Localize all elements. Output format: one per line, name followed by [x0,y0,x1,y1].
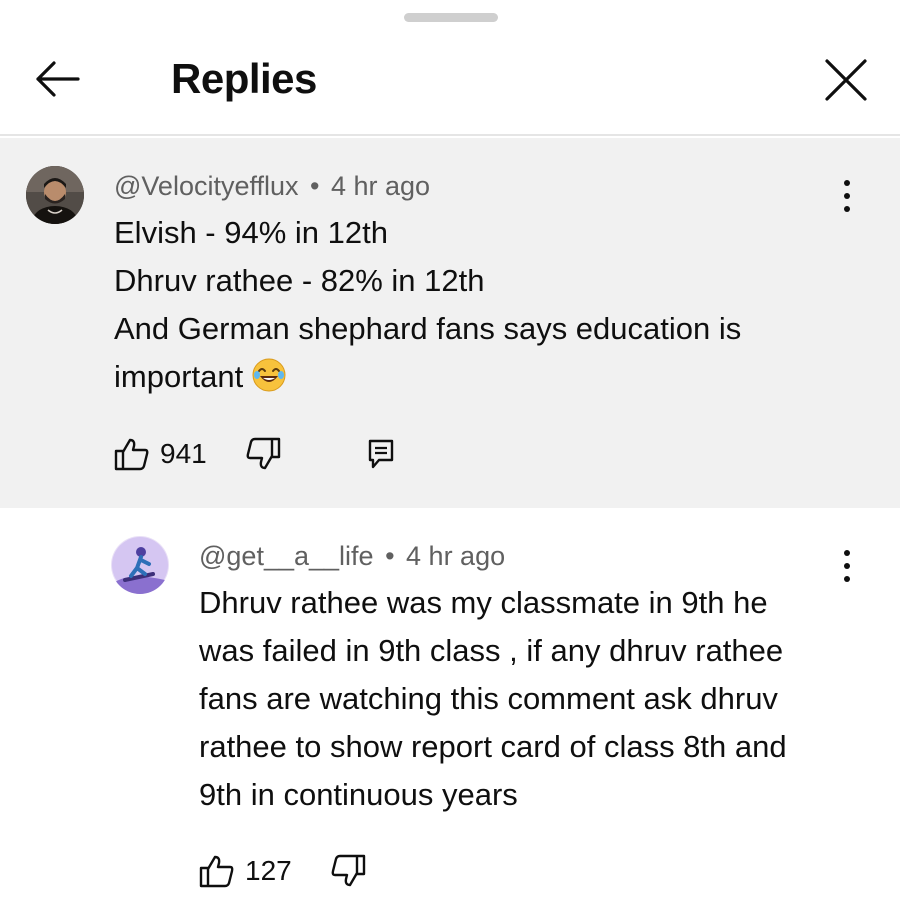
comment-line: And German shephard fans says education … [114,311,742,346]
thumbs-up-icon [114,438,149,471]
dislike-button[interactable] [330,854,366,888]
close-button[interactable] [818,52,874,108]
avatar[interactable] [26,166,84,224]
page-title: Replies [171,55,317,102]
drag-handle[interactable] [404,13,498,22]
comment-line: Elvish - 94% in 12th [114,215,388,250]
comment-line: rathee to show report card of class 8th … [199,729,787,764]
comment-line: Dhruv rathee was my classmate in 9th he [199,585,768,620]
like-button[interactable]: 127 [199,854,292,888]
more-options-button[interactable] [832,546,862,586]
comment-text: Dhruv rathee was my classmate in 9th he … [199,579,787,819]
comment-meta: @get__a__life • 4 hr ago [199,539,505,573]
comment-line: important [114,359,244,394]
thumbs-up-icon [199,855,234,888]
reply-icon [368,439,393,469]
like-count: 127 [245,855,292,886]
comment-timestamp: 4 hr ago [406,541,506,571]
like-count: 941 [160,438,207,469]
more-options-button[interactable] [832,176,862,216]
replies-header: Replies [0,0,900,136]
close-icon [825,59,867,101]
comment-text: Elvish - 94% in 12th Dhruv rathee - 82% … [114,209,741,401]
back-button[interactable] [30,52,84,106]
author-handle[interactable]: @Velocityefflux [114,171,299,201]
more-vertical-icon [844,180,850,186]
parent-comment: @Velocityefflux • 4 hr ago Elvish - 94% … [0,138,900,508]
comment-line: Dhruv rathee - 82% in 12th [114,263,485,298]
comment-timestamp: 4 hr ago [331,171,431,201]
avatar[interactable] [111,536,169,594]
arrow-left-icon [36,61,80,97]
comment-line: fans are watching this comment ask dhruv [199,681,778,716]
more-vertical-icon [844,550,850,556]
comment-line: was failed in 9th class , if any dhruv r… [199,633,784,668]
author-handle[interactable]: @get__a__life [199,541,374,571]
avatar-image [111,536,169,594]
comment-actions: 941 [114,434,395,474]
comment-line: 9th in continuous years [199,777,518,812]
like-button[interactable]: 941 [114,437,207,471]
meta-separator: • [385,541,395,571]
reply-button[interactable] [367,438,395,470]
thumbs-down-icon [246,437,280,470]
face-with-tears-of-joy-emoji [252,358,286,392]
comment-actions: 127 [199,851,366,891]
thumbs-down-icon [331,854,365,887]
comment-meta: @Velocityefflux • 4 hr ago [114,169,430,203]
avatar-image [26,166,84,224]
reply-comment: @get__a__life • 4 hr ago Dhruv rathee wa… [0,508,900,900]
meta-separator: • [310,171,320,201]
dislike-button[interactable] [245,437,281,471]
